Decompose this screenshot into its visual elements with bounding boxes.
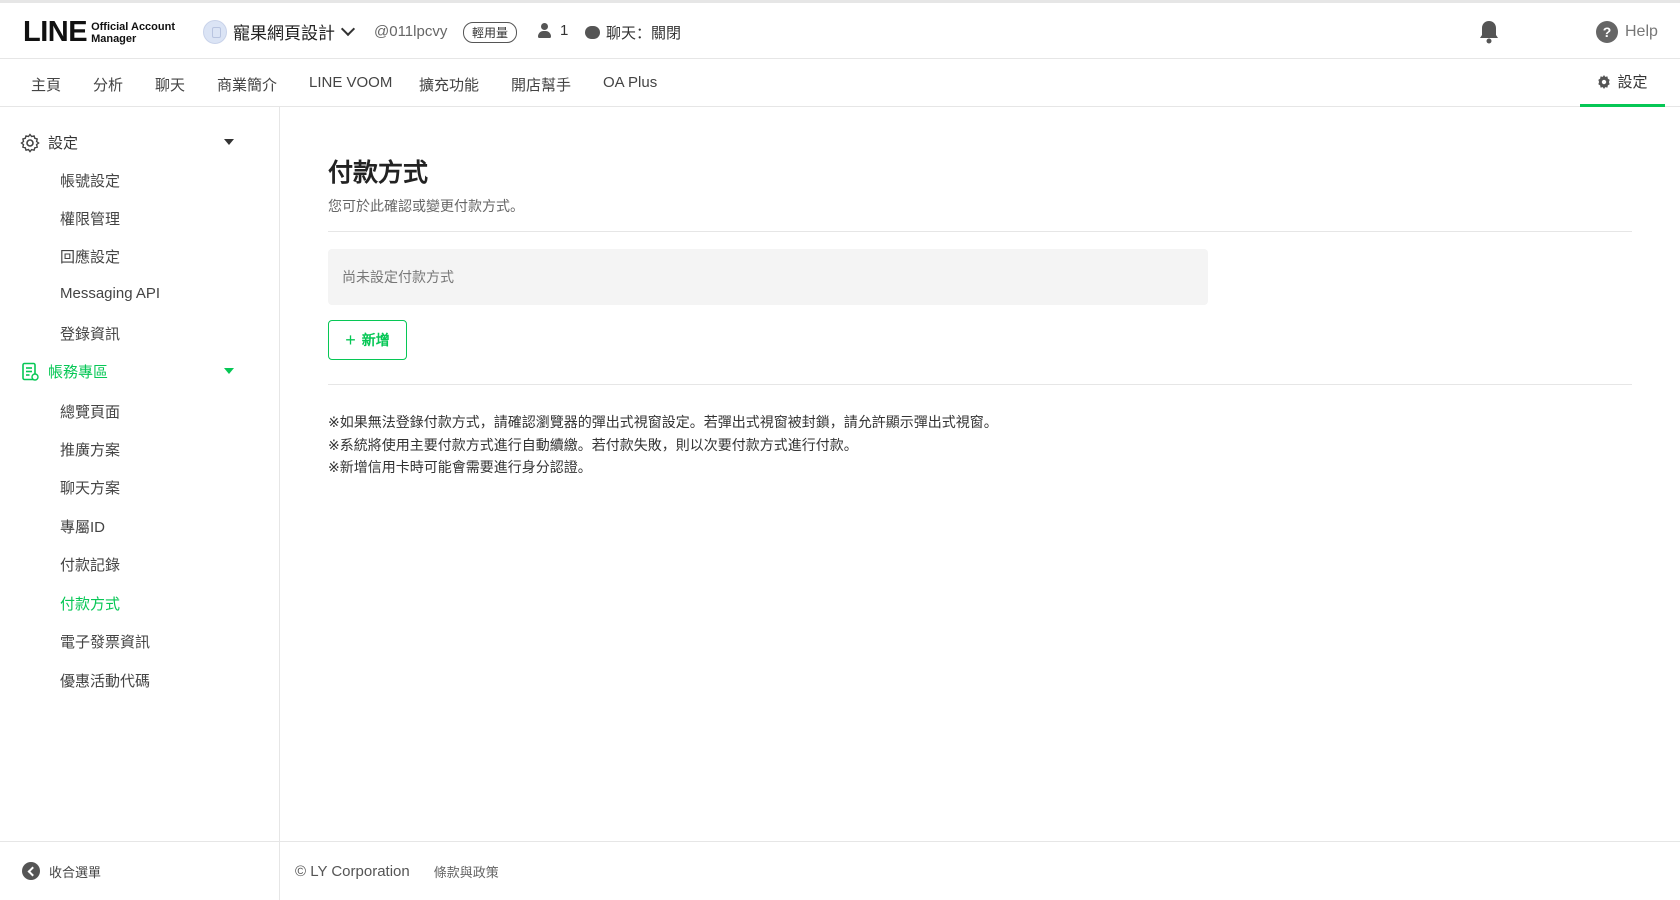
tab-extensions[interactable]: 擴充功能 bbox=[419, 74, 479, 95]
gear-icon bbox=[1598, 74, 1611, 89]
sidebar-item-registration-info[interactable]: 登錄資訊 bbox=[60, 323, 120, 344]
page-title: 付款方式 bbox=[328, 159, 429, 187]
tab-business-profile[interactable]: 商業簡介 bbox=[217, 74, 277, 95]
page-footer: © LY Corporation 條款與政策 bbox=[280, 841, 1680, 900]
sidebar-section-settings[interactable]: 設定 bbox=[20, 132, 260, 153]
sidebar-section-billing[interactable]: 帳務專區 bbox=[20, 361, 260, 382]
help-icon: ? bbox=[1596, 21, 1618, 43]
tab-oa-plus[interactable]: OA Plus bbox=[603, 74, 657, 91]
collapse-menu-button[interactable]: 收合選單 bbox=[0, 841, 279, 900]
sidebar-item-overview[interactable]: 總覽頁面 bbox=[60, 401, 120, 422]
sidebar-item-messaging-api[interactable]: Messaging API bbox=[60, 285, 160, 302]
note-line: ※如果無法登錄付款方式，請確認瀏覽器的彈出式視窗設定。若彈出式視窗被封鎖，請允許… bbox=[328, 414, 998, 430]
tab-settings[interactable]: 設定 bbox=[1580, 59, 1665, 107]
sidebar-item-coupon-codes[interactable]: 優惠活動代碼 bbox=[60, 670, 150, 691]
help-link[interactable]: ? Help bbox=[1596, 21, 1658, 43]
document-icon bbox=[22, 362, 39, 381]
note-line: ※系統將使用主要付款方式進行自動續繳。若付款失敗，則以次要付款方式進行付款。 bbox=[328, 436, 858, 453]
chevron-down-icon bbox=[340, 21, 356, 37]
add-button-label: 新增 bbox=[361, 332, 390, 348]
gear-outline-icon bbox=[20, 132, 40, 153]
help-label: Help bbox=[1625, 23, 1658, 40]
collapse-left-icon bbox=[22, 862, 40, 880]
sidebar-item-chat-plan[interactable]: 聊天方案 bbox=[60, 477, 120, 498]
sidebar-item-permissions[interactable]: 權限管理 bbox=[60, 208, 120, 229]
account-name: 寵果網頁設計 bbox=[233, 24, 335, 43]
chat-status[interactable]: 聊天：關閉 bbox=[585, 22, 681, 43]
logo-subtitle-line2: Manager bbox=[91, 32, 137, 45]
logo-wordmark: LINE bbox=[23, 16, 88, 48]
divider bbox=[328, 231, 1632, 232]
payment-method-empty-state: 尚未設定付款方式 bbox=[328, 249, 1208, 305]
sidebar-item-promotion-plan[interactable]: 推廣方案 bbox=[60, 439, 120, 460]
tab-store-helper[interactable]: 開店幫手 bbox=[511, 74, 571, 95]
account-switcher[interactable]: 寵果網頁設計 bbox=[203, 19, 356, 44]
account-id: @011lpcvy bbox=[374, 23, 448, 40]
tab-home[interactable]: 主頁 bbox=[31, 74, 61, 95]
caret-down-icon bbox=[224, 368, 234, 374]
line-oa-logo[interactable]: LINE Official Account Manager bbox=[23, 16, 175, 49]
caret-down-icon bbox=[224, 139, 234, 145]
terms-link[interactable]: 條款與政策 bbox=[434, 862, 499, 881]
friends-icon bbox=[536, 22, 554, 39]
note-line: ※新增信用卡時可能會需要進行身分認證。 bbox=[328, 459, 592, 475]
plan-badge[interactable]: 輕用量 bbox=[463, 22, 518, 43]
tab-settings-label: 設定 bbox=[1617, 74, 1648, 91]
account-avatar bbox=[203, 19, 227, 44]
empty-state-text: 尚未設定付款方式 bbox=[342, 269, 454, 285]
sidebar-item-account-settings[interactable]: 帳號設定 bbox=[60, 170, 120, 191]
sidebar-section-billing-label: 帳務專區 bbox=[48, 364, 109, 381]
logo-subtitle: Official Account Manager bbox=[91, 21, 175, 45]
plus-icon: + bbox=[345, 330, 356, 350]
collapse-menu-label: 收合選單 bbox=[49, 864, 102, 880]
friends-count-value: 1 bbox=[560, 22, 569, 39]
copyright: © LY Corporation bbox=[295, 862, 410, 880]
bell-icon[interactable] bbox=[1478, 20, 1500, 44]
sidebar-item-e-invoice[interactable]: 電子發票資訊 bbox=[60, 631, 150, 652]
tab-chat[interactable]: 聊天 bbox=[155, 74, 185, 95]
sidebar-section-settings-label: 設定 bbox=[48, 135, 79, 152]
add-payment-method-button[interactable]: + 新增 bbox=[328, 320, 407, 360]
top-header: LINE Official Account Manager 寵果網頁設計 @01… bbox=[0, 0, 1680, 59]
main-navigation: 主頁 分析 聊天 商業簡介 LINE VOOM 擴充功能 開店幫手 OA Plu… bbox=[0, 59, 1680, 107]
tab-analytics[interactable]: 分析 bbox=[93, 74, 123, 95]
sidebar: 設定 帳號設定 權限管理 回應設定 Messaging API 登錄資訊 帳務專… bbox=[0, 107, 280, 900]
sidebar-item-premium-id[interactable]: 專屬ID bbox=[60, 516, 105, 537]
sidebar-item-payment-history[interactable]: 付款記錄 bbox=[60, 554, 120, 575]
tab-line-voom[interactable]: LINE VOOM bbox=[309, 74, 392, 91]
logo-subtitle-line1: Official Account bbox=[91, 20, 175, 33]
divider bbox=[328, 384, 1632, 385]
sidebar-item-response-settings[interactable]: 回應設定 bbox=[60, 246, 120, 267]
notes: ※如果無法登錄付款方式，請確認瀏覽器的彈出式視窗設定。若彈出式視窗被封鎖，請允許… bbox=[328, 411, 998, 479]
sidebar-item-payment-methods[interactable]: 付款方式 bbox=[60, 593, 120, 614]
chat-status-label: 聊天：關閉 bbox=[606, 25, 682, 42]
chat-bubble-icon bbox=[585, 26, 600, 39]
page-description: 您可於此確認或變更付款方式。 bbox=[328, 198, 524, 214]
friends-count[interactable]: 1 bbox=[536, 22, 568, 39]
